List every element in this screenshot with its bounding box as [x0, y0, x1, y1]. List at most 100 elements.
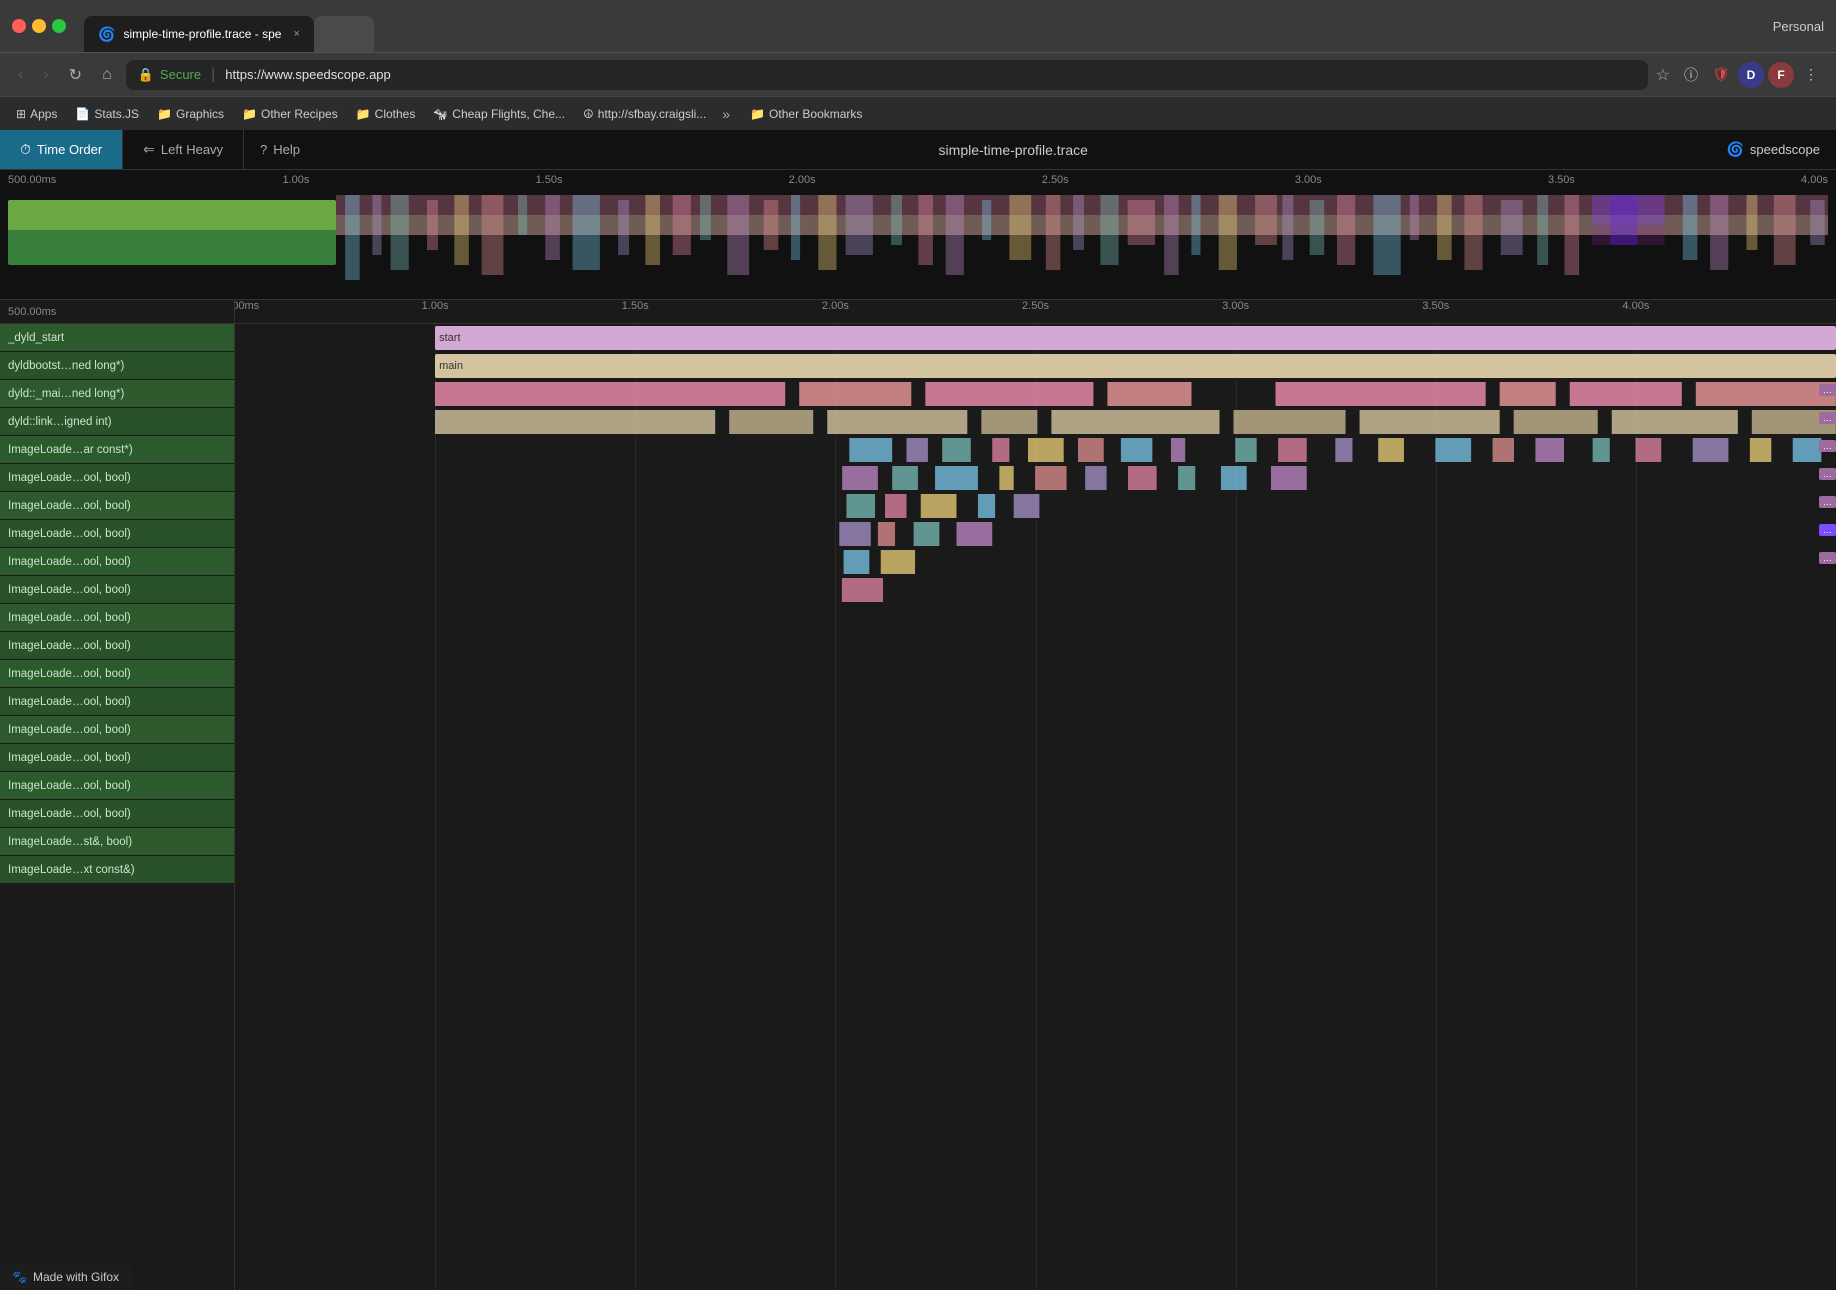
row-label-5: ImageLoade…ool, bool) — [8, 472, 131, 484]
close-button[interactable] — [12, 19, 26, 33]
block-main[interactable]: main — [435, 354, 1836, 378]
trace-title: simple-time-profile.trace — [316, 142, 1710, 158]
row7-ellipsis[interactable]: … — [1819, 524, 1836, 536]
flame-label-row-12[interactable]: ImageLoade…ool, bool) — [0, 660, 234, 688]
recipes-folder-icon: 📁 — [242, 107, 257, 121]
flame-label-row-10[interactable]: ImageLoade…ool, bool) — [0, 604, 234, 632]
flame-label-row-4[interactable]: ImageLoade…ar const*) — [0, 436, 234, 464]
flame-label-row-6[interactable]: ImageLoade…ool, bool) — [0, 492, 234, 520]
row5-ellipsis[interactable]: … — [1819, 468, 1836, 480]
fc-row-2[interactable]: … — [235, 380, 1836, 408]
mini-timeline[interactable]: 500.00ms 1.00s 1.50s 2.00s 2.50s 3.00s 3… — [0, 170, 1836, 300]
flame-label-row-11[interactable]: ImageLoade…ool, bool) — [0, 632, 234, 660]
inactive-tab[interactable] — [314, 16, 374, 52]
bookmark-statsjs[interactable]: 📄 Stats.JS — [67, 103, 147, 125]
flame-label-row-19[interactable]: ImageLoade…xt const&) — [0, 856, 234, 884]
bookmark-clothes[interactable]: 📁 Clothes — [348, 103, 424, 125]
flame-label-row-7[interactable]: ImageLoade…ool, bool) — [0, 520, 234, 548]
fc-row-10[interactable] — [235, 604, 1836, 632]
flame-label-row-1[interactable]: dyldbootst…ned long*) — [0, 352, 234, 380]
timeline-container: 500.00ms 1.00s 1.50s 2.00s 2.50s 3.00s 3… — [0, 170, 1836, 1290]
speedscope-logo: 🌀 speedscope — [1710, 141, 1836, 158]
bookmark-apps[interactable]: ⊞ Apps — [8, 103, 65, 125]
other-bookmarks-icon: 📁 — [750, 107, 765, 121]
bookmark-other-folder[interactable]: 📁 Other Bookmarks — [742, 103, 870, 125]
flame-label-row-0[interactable]: _dyld_start — [0, 324, 234, 352]
address-input[interactable]: 🔒 Secure | https://www.speedscope.app — [126, 60, 1648, 90]
fc-row-14[interactable] — [235, 716, 1836, 744]
home-button[interactable]: ⌂ — [96, 62, 118, 88]
fc-row-1[interactable]: main — [235, 352, 1836, 380]
back-button[interactable]: ‹ — [12, 62, 29, 88]
flame-label-row-5[interactable]: ImageLoade…ool, bool) — [0, 464, 234, 492]
canvas-ruler-row: 500.00ms 1.00s 1.50s 2.00s 2.50s 3.00s 3… — [235, 300, 1836, 324]
flame-label-row-15[interactable]: ImageLoade…ool, bool) — [0, 744, 234, 772]
more-bookmarks-button[interactable]: » — [716, 102, 736, 126]
row3-ellipsis[interactable]: … — [1819, 412, 1836, 424]
ruler-tick-35s: 3.50s — [1548, 174, 1575, 186]
time-order-tab[interactable]: ⏱ Time Order — [0, 130, 123, 169]
row3-svg — [435, 410, 1836, 434]
time-order-icon: ⏱ — [20, 141, 31, 158]
row-label-2: dyld::_mai…ned long*) — [8, 388, 124, 400]
speedscope-favicon: 🌀 — [1726, 141, 1743, 158]
maximize-button[interactable] — [52, 19, 66, 33]
profile-d-icon[interactable]: D — [1738, 62, 1764, 88]
block-start[interactable]: start — [435, 326, 1836, 350]
row4-ellipsis[interactable]: … — [1819, 440, 1836, 452]
fc-row-0[interactable]: start — [235, 324, 1836, 352]
fc-row-4[interactable]: … — [235, 436, 1836, 464]
fc-row-3[interactable]: … — [235, 408, 1836, 436]
bookmark-flights[interactable]: 🐄 Cheap Flights, Che... — [425, 103, 573, 125]
help-tab[interactable]: ? Help — [244, 142, 316, 157]
fc-row-9[interactable] — [235, 576, 1836, 604]
fc-row-12[interactable] — [235, 660, 1836, 688]
row-label-3: dyld::link…igned int) — [8, 416, 112, 428]
bookmark-craigslist[interactable]: ☮ http://sfbay.craigsli... — [575, 103, 714, 125]
mini-flame-svg — [336, 190, 1828, 290]
left-heavy-tab[interactable]: ⇐ Left Heavy — [123, 130, 244, 169]
apps-grid-icon: ⊞ — [16, 107, 26, 121]
bookmark-star-button[interactable]: ☆ — [1656, 65, 1670, 85]
fc-row-18[interactable] — [235, 828, 1836, 856]
row2-ellipsis[interactable]: … — [1819, 384, 1836, 396]
row4-svg — [835, 438, 1836, 462]
minimize-button[interactable] — [32, 19, 46, 33]
tab-close-button[interactable]: × — [293, 28, 299, 40]
flame-label-row-3[interactable]: dyld::link…igned int) — [0, 408, 234, 436]
refresh-button[interactable]: ↻ — [63, 61, 88, 89]
fc-row-8[interactable]: … — [235, 548, 1836, 576]
flame-label-row-13[interactable]: ImageLoade…ool, bool) — [0, 688, 234, 716]
browser-toolbar-icons: ⓘ 🛡 D F ⋮ — [1678, 62, 1824, 88]
fc-row-13[interactable] — [235, 688, 1836, 716]
flame-label-row-2[interactable]: dyld::_mai…ned long*) — [0, 380, 234, 408]
row-label-14: ImageLoade…ool, bool) — [8, 724, 131, 736]
fc-row-16[interactable] — [235, 772, 1836, 800]
flame-label-row-8[interactable]: ImageLoade…ool, bool) — [0, 548, 234, 576]
fc-row-19[interactable] — [235, 856, 1836, 884]
flame-label-row-16[interactable]: ImageLoade…ool, bool) — [0, 772, 234, 800]
menu-icon[interactable]: ⋮ — [1798, 62, 1824, 88]
fc-row-15[interactable] — [235, 744, 1836, 772]
flame-chart-canvas[interactable]: 500.00ms 1.00s 1.50s 2.00s 2.50s 3.00s 3… — [235, 300, 1836, 1290]
active-tab[interactable]: 🌀 simple-time-profile.trace - spe × — [84, 16, 314, 52]
bookmark-graphics[interactable]: 📁 Graphics — [149, 103, 232, 125]
forward-button[interactable]: › — [37, 62, 54, 88]
row6-ellipsis[interactable]: … — [1819, 496, 1836, 508]
flame-label-row-9[interactable]: ImageLoade…ool, bool) — [0, 576, 234, 604]
ruler-tick-1s: 1.00s — [282, 174, 309, 186]
fc-row-6[interactable]: … — [235, 492, 1836, 520]
flame-label-row-14[interactable]: ImageLoade…ool, bool) — [0, 716, 234, 744]
row8-ellipsis[interactable]: … — [1819, 552, 1836, 564]
flame-label-row-18[interactable]: ImageLoade…st&, bool) — [0, 828, 234, 856]
speedscope-toolbar: ⏱ Time Order ⇐ Left Heavy ? Help simple-… — [0, 130, 1836, 170]
fc-row-11[interactable] — [235, 632, 1836, 660]
fc-row-17[interactable] — [235, 800, 1836, 828]
profile-f-icon[interactable]: F — [1768, 62, 1794, 88]
flame-label-row-17[interactable]: ImageLoade…ool, bool) — [0, 800, 234, 828]
info-icon[interactable]: ⓘ — [1678, 62, 1704, 88]
fc-row-7[interactable]: … — [235, 520, 1836, 548]
bookmark-other-recipes[interactable]: 📁 Other Recipes — [234, 103, 346, 125]
shield-icon[interactable]: 🛡 — [1708, 62, 1734, 88]
fc-row-5[interactable]: … — [235, 464, 1836, 492]
